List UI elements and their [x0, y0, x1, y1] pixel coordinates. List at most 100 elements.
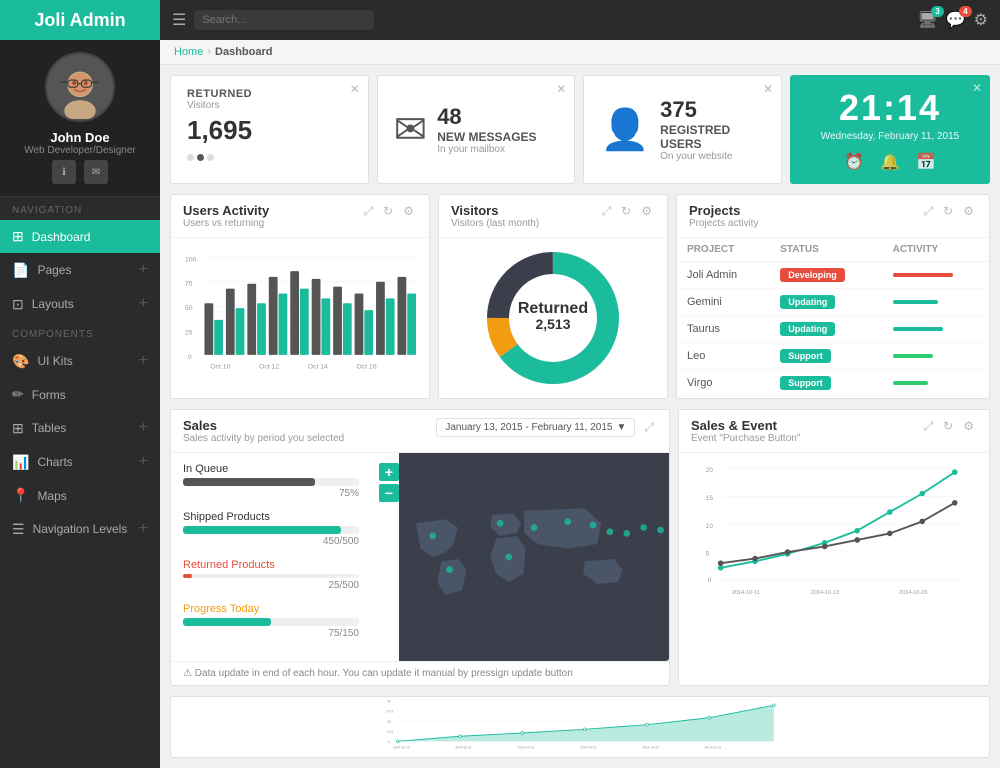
sidebar-item-tables[interactable]: ⊞ Tables + [0, 411, 160, 445]
clock-time: 21:14 [839, 87, 941, 129]
refresh-events-icon[interactable]: ↻ [940, 418, 956, 435]
svg-text:2014-10-11: 2014-10-11 [732, 590, 760, 596]
sidebar: Joli Admin John Doe Web Developer/Design… [0, 0, 160, 768]
users-activity-panel: Users Activity Users vs returning ⤢ ↻ ⚙ … [170, 194, 430, 399]
projects-title: Projects [689, 203, 758, 218]
expand-icon[interactable]: ⤢ [361, 203, 377, 220]
sidebar-item-dashboard[interactable]: ⊞ Dashboard [0, 220, 160, 253]
stat-card-returned: ✕ RETURNED Visitors 1,695 [170, 75, 369, 184]
dot [187, 154, 194, 161]
topbar: ☰ 🖥 3 💬 4 ⚙ [160, 0, 1000, 40]
zoom-in-button[interactable]: + [379, 463, 399, 481]
pages-expand-icon[interactable]: + [139, 261, 148, 279]
svg-text:Returned: Returned [518, 300, 588, 317]
main-content: ☰ 🖥 3 💬 4 ⚙ Home › Dashboard ✕ [160, 0, 1000, 768]
tables-expand-icon[interactable]: + [139, 419, 148, 437]
svg-text:Oct 12: Oct 12 [259, 364, 279, 371]
events-header: Sales & Event Event "Purchase Button" ⤢ … [679, 410, 989, 453]
expand-events-icon[interactable]: ⤢ [921, 418, 937, 435]
sidebar-item-forms[interactable]: ✏ Forms [0, 378, 160, 411]
bell-clock-icon[interactable]: 🔔 [880, 152, 900, 172]
sidebar-item-layouts[interactable]: ⊡ Layouts + [0, 287, 160, 321]
project-row-virgo: Virgo Support [677, 370, 989, 397]
mail-icon[interactable]: ✉ [84, 160, 108, 184]
clock-icon[interactable]: ⏰ [844, 152, 864, 172]
bottom-row: Sales Sales activity by period you selec… [170, 409, 990, 686]
svg-text:2,513: 2,513 [535, 316, 570, 332]
shipped-label: Shipped Products [183, 511, 359, 523]
stat-value-regusers: 375 [660, 97, 765, 123]
visitors-subtitle: Visitors (last month) [451, 218, 539, 229]
uikits-expand-icon[interactable]: + [139, 352, 148, 370]
refresh-visitors-icon[interactable]: ↻ [618, 203, 634, 220]
svg-text:Oct 10: Oct 10 [210, 364, 230, 371]
envelope-icon: ✉ [394, 107, 428, 153]
stat-card-close-2[interactable]: ✕ [556, 82, 566, 96]
breadcrumb-home[interactable]: Home [174, 46, 203, 58]
calendar-icon[interactable]: 📅 [916, 152, 936, 172]
svg-text:5: 5 [706, 551, 710, 558]
sidebar-item-pages[interactable]: 📄 Pages + [0, 253, 160, 287]
zoom-out-button[interactable]: − [379, 484, 399, 502]
projects-header: Projects Projects activity ⤢ ↻ ⚙ [677, 195, 989, 238]
menu-toggle-icon[interactable]: ☰ [172, 10, 186, 30]
sales-stat-shipped: Shipped Products 450/500 [183, 511, 359, 547]
navlevels-expand-icon[interactable]: + [139, 520, 148, 538]
project-row-gemini: Gemini Updating [677, 289, 989, 316]
expand-projects-icon[interactable]: ⤢ [921, 203, 937, 220]
info-icon[interactable]: ℹ [52, 160, 76, 184]
sales-header: Sales Sales activity by period you selec… [171, 410, 669, 453]
sidebar-item-maps[interactable]: 📍 Maps [0, 479, 160, 512]
settings-visitors-icon[interactable]: ⚙ [638, 203, 655, 220]
col-status: Status [770, 238, 882, 262]
progress-label: Progress Today [183, 603, 359, 615]
content-area: ✕ RETURNED Visitors 1,695 ✕ ✉ 48 NEW MES… [160, 65, 1000, 768]
progress-bar-container [183, 618, 359, 626]
clock-card: ✕ 21:14 Wednesday, February 11, 2015 ⏰ 🔔… [790, 75, 990, 184]
users-activity-subtitle: Users vs returning [183, 218, 269, 229]
sidebar-item-navlevels[interactable]: ☰ Navigation Levels + [0, 512, 160, 546]
project-status: Support [770, 370, 882, 397]
sales-date-range-picker[interactable]: January 13, 2015 - February 11, 2015 ▼ [436, 418, 635, 437]
settings-events-icon[interactable]: ⚙ [960, 418, 977, 435]
search-input[interactable] [194, 10, 374, 30]
sidebar-item-charts[interactable]: 📊 Charts + [0, 445, 160, 479]
project-name: Gemini [677, 289, 770, 316]
events-chart-svg: 20 15 10 5 0 [691, 461, 977, 605]
sidebar-item-label: UI Kits [37, 354, 72, 368]
bottom-chart-panel: 90 67.5 45 22.5 0 [170, 696, 990, 758]
maps-icon: 📍 [12, 487, 29, 504]
shipped-val: 450/500 [183, 536, 359, 547]
expand-sales-icon[interactable]: ⤢ [641, 419, 657, 436]
svg-text:0: 0 [388, 740, 390, 744]
settings-projects-icon[interactable]: ⚙ [960, 203, 977, 220]
svg-text:Oct 16: Oct 16 [357, 364, 377, 371]
visitors-chart-area: Returned 2,513 [439, 238, 667, 398]
stat-card-close-1[interactable]: ✕ [350, 82, 360, 96]
refresh-icon[interactable]: ↻ [380, 203, 396, 220]
date-range-text: January 13, 2015 - February 11, 2015 [445, 422, 612, 433]
refresh-projects-icon[interactable]: ↻ [940, 203, 956, 220]
sidebar-item-label: Pages [37, 263, 71, 277]
clock-card-close[interactable]: ✕ [972, 81, 982, 95]
sidebar-logo: Joli Admin [0, 0, 160, 40]
settings-icon[interactable]: ⚙ [400, 203, 417, 220]
clock-date: Wednesday, February 11, 2015 [821, 131, 959, 142]
layouts-expand-icon[interactable]: + [139, 295, 148, 313]
sales-stat-progress: Progress Today 75/150 [183, 603, 359, 639]
username-label: John Doe [10, 130, 150, 145]
charts-expand-icon[interactable]: + [139, 453, 148, 471]
notifications-button[interactable]: 🖥 3 [917, 10, 937, 30]
svg-text:0: 0 [708, 577, 712, 584]
sidebar-item-uikits[interactable]: 🎨 UI Kits + [0, 344, 160, 378]
messages-button[interactable]: 💬 4 [946, 10, 966, 30]
stat-value-messages: 48 [437, 104, 536, 130]
sales-stat-inqueue: In Queue 75% [183, 463, 359, 499]
stat-card-close-3[interactable]: ✕ [763, 82, 773, 96]
expand-visitors-icon[interactable]: ⤢ [599, 203, 615, 220]
project-status: Support [770, 343, 882, 370]
pages-icon: 📄 [12, 262, 29, 279]
settings-button[interactable]: ⚙ [974, 10, 988, 30]
sidebar-item-label: Dashboard [32, 230, 91, 244]
svg-text:25: 25 [185, 329, 193, 336]
